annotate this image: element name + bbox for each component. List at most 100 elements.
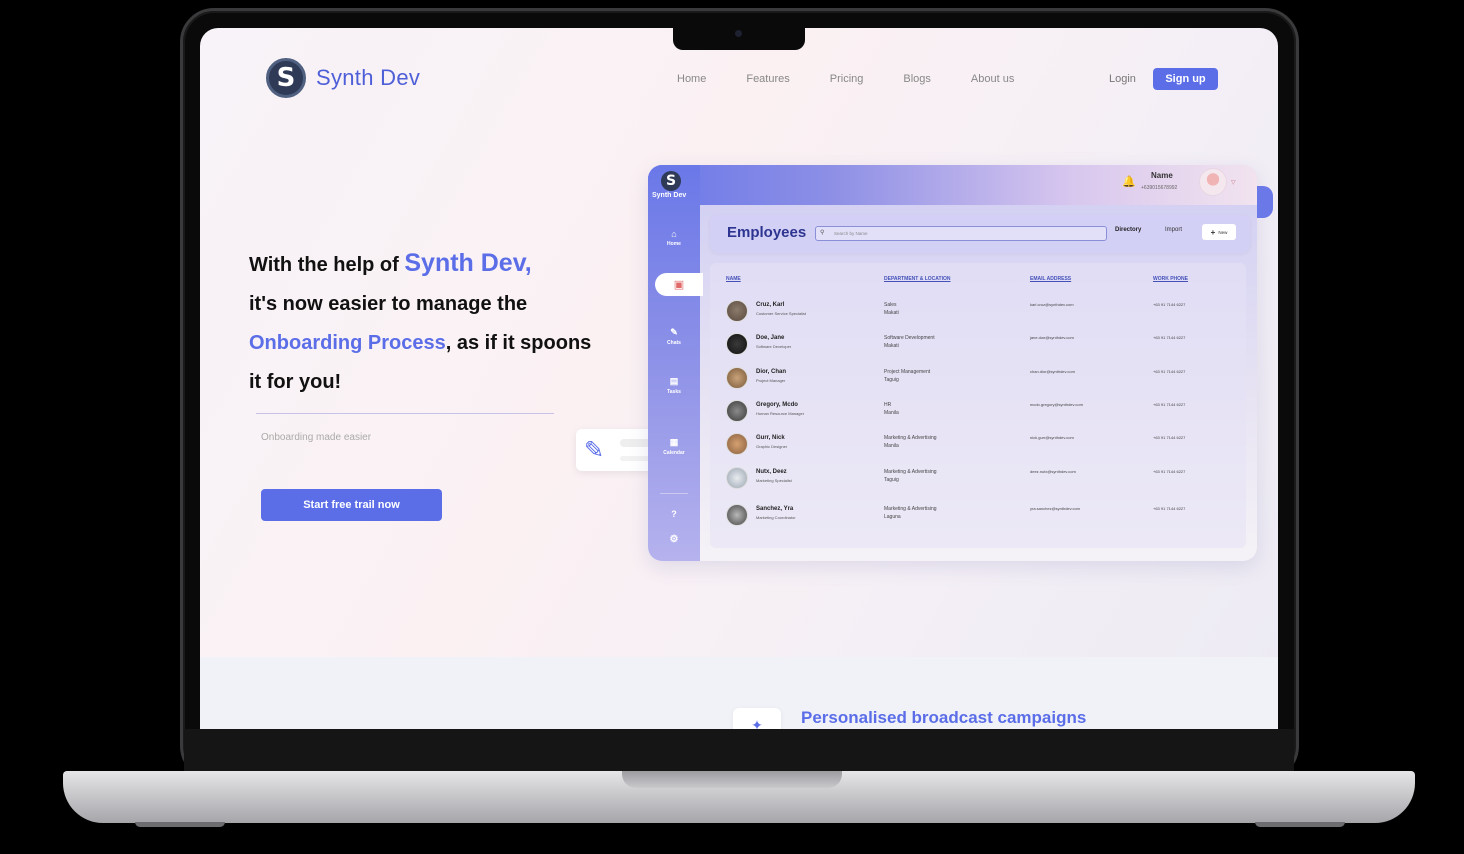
pencil-icon: ✎ [584,436,605,464]
dashboard-preview: S Synth Dev ⌂ Home ✎ Chats ▤ Tasks ▦ Calenda… [648,165,1257,561]
employee-location: Manila [884,443,899,449]
employee-location: Makati [884,310,899,316]
tab-import[interactable]: Import [1165,227,1182,233]
avatar [726,504,748,526]
employee-location: Taguig [884,377,899,383]
employee-phone: +63 91 7144 6227 [1153,335,1186,340]
employee-role: Project Manager [756,378,786,383]
plus-icon: + [1210,227,1216,237]
employee-name: Nutx, Deez [756,469,787,475]
tasks-icon: ▤ [669,376,679,386]
nav-about[interactable]: About us [971,73,1014,85]
panel-handle[interactable] [1257,186,1273,218]
avatar [726,433,748,455]
search-icon: ⚲ [820,230,825,236]
help-icon[interactable]: ? [648,509,700,519]
bell-icon[interactable]: 🔔 [1122,175,1136,188]
hero-headline: With the help of Synth Dev, it's now eas… [249,244,649,402]
employee-role: Software Developer [756,344,792,349]
employee-name: Sanchez, Yra [756,506,794,512]
employee-email: yra.sanchez@synthdev.com [1030,506,1081,511]
calendar-icon: ▦ [669,437,679,447]
brand-logo[interactable]: S Synth Dev [266,58,420,98]
sidebar-item-chats[interactable]: ✎ Chats [648,327,700,346]
col-header-department[interactable]: DEPARTMENT & LOCATION [884,276,950,282]
new-label: New [1218,229,1228,235]
employee-location: Laguna [884,514,901,520]
headline-line-4: it for you! [249,371,342,393]
nav-pricing[interactable]: Pricing [830,73,864,85]
signup-button[interactable]: Sign up [1153,68,1218,90]
new-employee-button[interactable]: + New [1202,224,1236,240]
headline-line-2: it's now easier to manage the [249,293,528,315]
headline-process: Onboarding Process [249,332,446,354]
employee-phone: +63 91 7144 6227 [1153,369,1186,374]
employee-role: Marketing Coordinator [756,515,796,520]
table-row[interactable]: Doe, Jane Software Developer Software De… [710,330,1246,360]
laptop-chin [184,729,1294,771]
col-header-name[interactable]: NAME [726,276,741,282]
employee-department: Project Management [884,369,931,375]
col-header-email[interactable]: EMAIL ADDRESS [1030,276,1071,282]
avatar [726,467,748,489]
table-row[interactable]: Dior, Chan Project Manager Project Manag… [710,364,1246,394]
brand-name: Synth Dev [316,65,421,90]
edit-card: ✎ [576,429,658,471]
sidebar-item-label: Calendar [663,450,685,456]
employee-department: Marketing & Advertising [884,435,937,441]
employees-nav-icon[interactable]: ▣ [655,273,703,296]
employees-table: NAME DEPARTMENT & LOCATION EMAIL ADDRESS… [710,263,1246,548]
headline-line-1: With the help of Synth Dev, [249,244,649,285]
employee-email: deez.nutx@synthdev.com [1030,469,1076,474]
headline-post: , as if it spoons [445,332,592,354]
avatar[interactable] [1199,168,1227,196]
employee-department: HR [884,402,892,408]
employee-name: Doe, Jane [756,335,785,341]
employee-email: chan.dior@synthdev.com [1030,369,1075,374]
start-trial-button[interactable]: Start free trail now [261,489,442,521]
employee-location: Makati [884,343,899,349]
sidebar-item-home[interactable]: ⌂ Home [648,229,700,247]
headline-pre: With the help of [249,254,405,276]
col-header-phone[interactable]: WORK PHONE [1153,276,1188,282]
employee-email: jane.doe@synthdev.com [1030,335,1074,340]
employee-role: Graphic Designer [756,444,788,449]
employee-phone: +63 91 7144 6227 [1153,435,1186,440]
dashboard-sidebar: S Synth Dev ⌂ Home ✎ Chats ▤ Tasks ▦ Calenda… [648,165,700,561]
employee-name: Gregory, Mcdo [756,402,798,408]
sidebar-logo-icon: S [661,171,681,191]
employee-department: Software Development [884,335,935,341]
search-input[interactable]: ⚲ Search by Name [815,226,1107,241]
table-row[interactable]: Gurr, Nick Graphic Designer Marketing & … [710,430,1246,460]
chevron-down-icon[interactable]: ▽ [1231,179,1236,186]
employee-role: Customer Service Specialist [756,311,807,316]
table-row[interactable]: Sanchez, Yra Marketing Coordinator Marke… [710,501,1246,531]
employee-email: mcdo.gregory@synthdev.com [1030,402,1083,407]
login-link[interactable]: Login [1109,73,1136,85]
avatar [726,367,748,389]
avatar [726,400,748,422]
employee-email: karl.cruz@synthdev.com [1030,302,1074,307]
employee-phone: +63 91 7144 6227 [1153,302,1186,307]
sidebar-item-tasks[interactable]: ▤ Tasks [648,376,700,395]
employee-name: Cruz, Karl [756,302,785,308]
table-row[interactable]: Cruz, Karl Customer Service Specialist S… [710,297,1246,327]
search-placeholder: Search by Name [834,231,868,236]
employee-phone: +63 91 7144 6227 [1153,506,1186,511]
employee-location: Manila [884,410,899,416]
table-row[interactable]: Gregory, Mcdo Human Resource Manager HR … [710,397,1246,427]
home-icon: ⌂ [671,229,677,239]
employee-phone: +63 91 7144 6227 [1153,469,1186,474]
nav-blogs[interactable]: Blogs [903,73,931,85]
table-row[interactable]: Nutx, Deez Marketing Specialist Marketin… [710,464,1246,494]
nav-home[interactable]: Home [677,73,706,85]
main-nav: Home Features Pricing Blogs About us [677,73,1014,85]
sidebar-item-label: Chats [667,340,681,346]
gear-icon[interactable]: ⚙ [648,534,700,545]
avatar [726,333,748,355]
tab-directory[interactable]: Directory [1115,227,1141,233]
nav-features[interactable]: Features [746,73,789,85]
user-name: Name [1151,171,1173,180]
sparkle-icon: ✦ [733,708,781,729]
sidebar-item-calendar[interactable]: ▦ Calendar [648,437,700,456]
